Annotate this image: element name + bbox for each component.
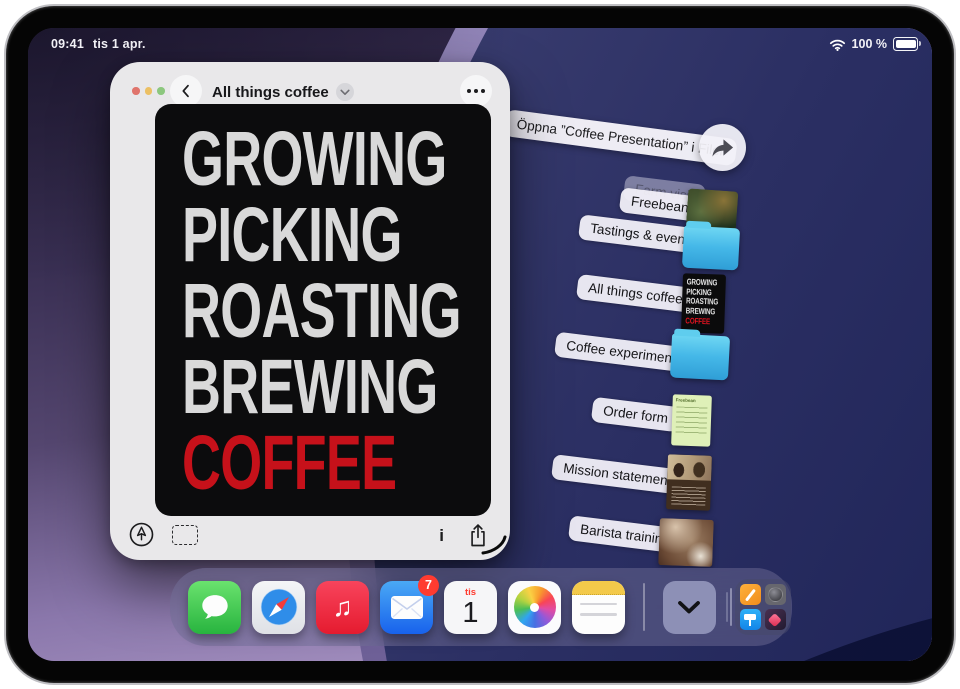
calendar-day: 1: [462, 598, 478, 628]
dock-icon-mail[interactable]: 7: [380, 581, 433, 634]
pencil-app-mini-icon: [740, 584, 761, 605]
ellipsis-icon: [467, 89, 471, 93]
document-title: All things coffee: [212, 84, 329, 101]
order-form-doc-lines: [676, 406, 708, 435]
shortcuts-app-mini-icon: [765, 609, 786, 630]
dock-icon-photos[interactable]: [508, 581, 561, 634]
crop-select-icon[interactable]: [172, 525, 198, 545]
compass-icon: [258, 586, 300, 628]
poster-line: ROASTING: [182, 273, 398, 349]
file-thumbnail-experiments-folder[interactable]: [670, 334, 730, 381]
order-form-doc-title: Freebean: [673, 394, 712, 403]
dock-icon-music[interactable]: ♫: [316, 581, 369, 634]
poster-line: GROWING: [182, 121, 398, 197]
info-button[interactable]: i: [439, 526, 444, 546]
dock-icon-notes[interactable]: [572, 581, 625, 634]
status-time: 09:41: [51, 37, 84, 51]
keynote-app-mini-icon: [740, 609, 761, 630]
dock-icon-safari[interactable]: [252, 581, 305, 634]
back-button[interactable]: [170, 75, 202, 107]
photos-flower-icon: [514, 586, 556, 628]
mission-doc-photo: [667, 454, 712, 481]
file-thumbnail-barista-training[interactable]: [658, 518, 714, 567]
chevron-down-icon: [676, 598, 702, 616]
mission-doc-lines: [671, 486, 706, 505]
mail-badge: 7: [418, 575, 439, 596]
dock-icon-messages[interactable]: [188, 581, 241, 634]
notes-yellow-band: [572, 581, 625, 595]
ipad-device-frame: 09:41 tis 1 apr. 100 % Farm visit Freebe…: [4, 4, 956, 685]
poster-line: BREWING: [182, 349, 398, 425]
zoom-window-button[interactable]: [157, 87, 165, 95]
poster-accent-line: COFFEE: [182, 425, 398, 501]
chevron-down-icon: [340, 89, 350, 96]
markup-icon[interactable]: [128, 521, 155, 548]
open-in-files-button[interactable]: [699, 124, 746, 171]
document-title-menu[interactable]: All things coffee: [212, 83, 354, 101]
calendar-weekday: tis: [465, 588, 476, 598]
chevron-left-icon: [178, 83, 194, 99]
resize-handle[interactable]: [481, 535, 507, 557]
music-note-icon: ♫: [332, 594, 352, 621]
wifi-icon: [829, 38, 846, 51]
quicklook-window: All things coffee GROWING PICKING ROASTI…: [110, 62, 510, 560]
file-thumbnail-mission-statement[interactable]: [666, 454, 712, 511]
forward-arrow-icon: [709, 135, 736, 160]
minimize-window-button[interactable]: [145, 87, 153, 95]
chat-bubble-icon: [198, 590, 232, 624]
ipad-screen: 09:41 tis 1 apr. 100 % Farm visit Freebe…: [28, 28, 932, 661]
envelope-icon: [390, 595, 424, 620]
coffee-poster-preview: GROWING PICKING ROASTING BREWING COFFEE: [155, 104, 491, 516]
status-bar-left: 09:41 tis 1 apr.: [51, 37, 146, 51]
dock-icon-calendar[interactable]: tis 1: [444, 581, 497, 634]
window-traffic-lights: [132, 87, 165, 95]
quicklook-toolbar-left: [128, 521, 198, 548]
mini-poster-accent-line: COFFEE: [685, 316, 715, 327]
file-thumbnail-coffee-poster[interactable]: GROWING PICKING ROASTING BREWING COFFEE: [681, 273, 726, 333]
file-thumbnail-order-form[interactable]: Freebean: [671, 394, 712, 446]
status-bar-right: 100 %: [829, 37, 918, 51]
dock: ♫ 7 tis 1: [170, 568, 792, 646]
dock-divider: [643, 583, 645, 631]
more-options-button[interactable]: [460, 75, 492, 107]
battery-percent: 100 %: [852, 37, 887, 51]
title-chevron-circle: [336, 83, 354, 101]
dock-app-stack[interactable]: [735, 579, 791, 635]
globe-app-mini-icon: [765, 584, 786, 605]
poster-line: PICKING: [182, 197, 398, 273]
dock-collapse-button[interactable]: [663, 581, 716, 634]
file-thumbnail-tastings-folder[interactable]: [682, 226, 740, 271]
close-window-button[interactable]: [132, 87, 140, 95]
status-date: tis 1 apr.: [93, 37, 146, 51]
battery-icon: [893, 37, 918, 51]
